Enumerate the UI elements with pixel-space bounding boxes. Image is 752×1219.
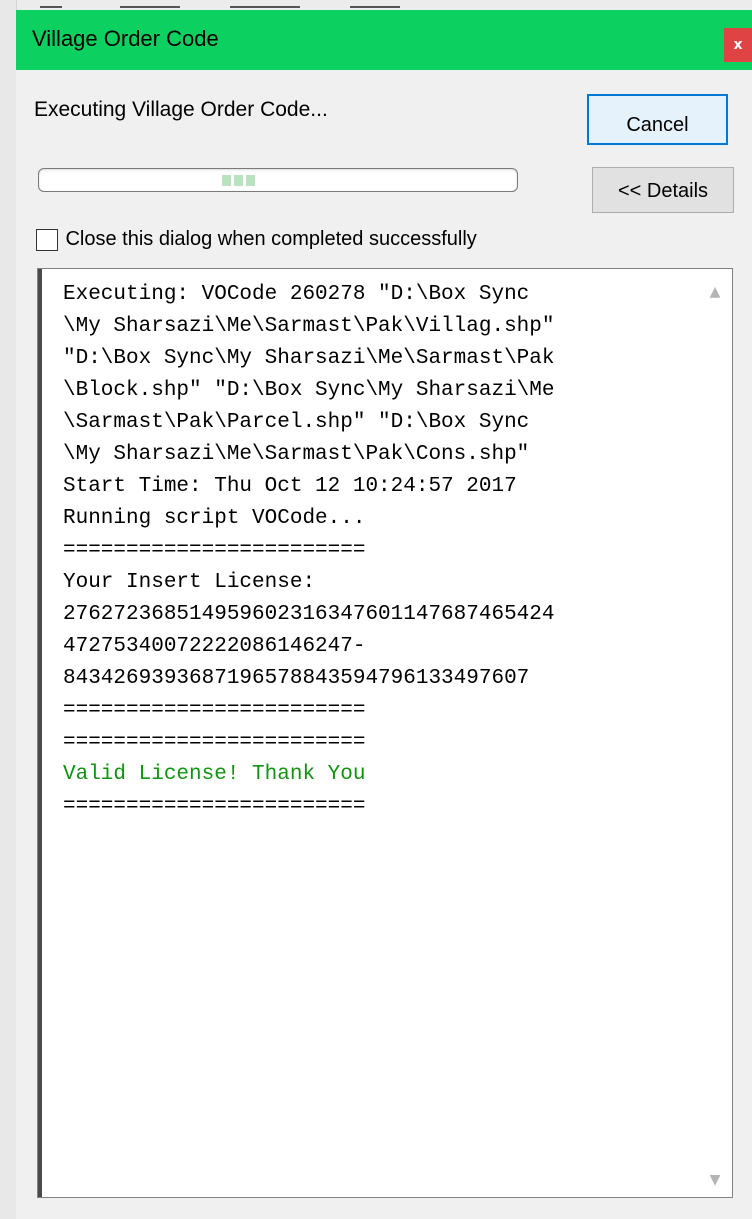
- log-line: \My Sharsazi\Me\Sarmast\Pak\Villag.shp": [63, 315, 555, 338]
- log-line: 276272368514959602316347601147687465424: [63, 603, 555, 626]
- close-on-success-checkbox[interactable]: [36, 228, 58, 251]
- progress-chunk: [222, 175, 231, 186]
- log-line: \Sarmast\Pak\Parcel.shp" "D:\Box Sync: [63, 411, 530, 434]
- log-content: Executing: VOCode 260278 "D:\Box Sync \My…: [63, 279, 693, 823]
- background-window-edge: [0, 0, 17, 1219]
- log-line: \Block.shp" "D:\Box Sync\My Sharsazi\Me: [63, 379, 555, 402]
- progress-bar: [38, 168, 518, 192]
- status-text: Executing Village Order Code...: [34, 98, 328, 121]
- chevron-down-icon[interactable]: ▼: [698, 1163, 732, 1197]
- dialog-title: Village Order Code: [32, 26, 219, 51]
- log-line: ========================: [63, 731, 366, 754]
- close-on-success-option[interactable]: Close this dialog when completed success…: [36, 228, 477, 258]
- details-toggle-button[interactable]: << Details: [592, 167, 734, 213]
- background-menubar-fragment: [0, 0, 752, 10]
- log-line: Your Insert License:: [63, 571, 316, 594]
- village-order-code-dialog: Village Order Code x Executing Village O…: [16, 10, 752, 1219]
- chevron-up-icon[interactable]: ▲: [698, 275, 732, 309]
- progress-chunk: [246, 175, 255, 186]
- log-line: "D:\Box Sync\My Sharsazi\Me\Sarmast\Pak: [63, 347, 555, 370]
- log-line: 47275340072222086146247-: [63, 635, 366, 658]
- log-line: ========================: [63, 699, 366, 722]
- close-on-success-label[interactable]: Close this dialog when completed success…: [65, 228, 476, 251]
- close-button[interactable]: x: [724, 28, 752, 62]
- vertical-scrollbar[interactable]: ▲ ▼: [698, 269, 732, 1197]
- log-line: Executing: VOCode 260278 "D:\Box Sync: [63, 283, 530, 306]
- close-icon: x: [733, 37, 743, 53]
- dialog-title-bar[interactable]: Village Order Code x: [16, 10, 752, 70]
- progress-chunk: [234, 175, 243, 186]
- log-line: Running script VOCode...: [63, 507, 366, 530]
- log-line: 8434269393687196578843594796133497607: [63, 667, 530, 690]
- log-line-success: Valid License! Thank You: [63, 763, 366, 786]
- cancel-button[interactable]: Cancel: [587, 94, 728, 145]
- log-line: ========================: [63, 795, 366, 818]
- log-line: \My Sharsazi\Me\Sarmast\Pak\Cons.shp": [63, 443, 530, 466]
- log-line: ========================: [63, 539, 366, 562]
- log-line: Start Time: Thu Oct 12 10:24:57 2017: [63, 475, 517, 498]
- details-log-textbox[interactable]: Executing: VOCode 260278 "D:\Box Sync \My…: [37, 268, 733, 1198]
